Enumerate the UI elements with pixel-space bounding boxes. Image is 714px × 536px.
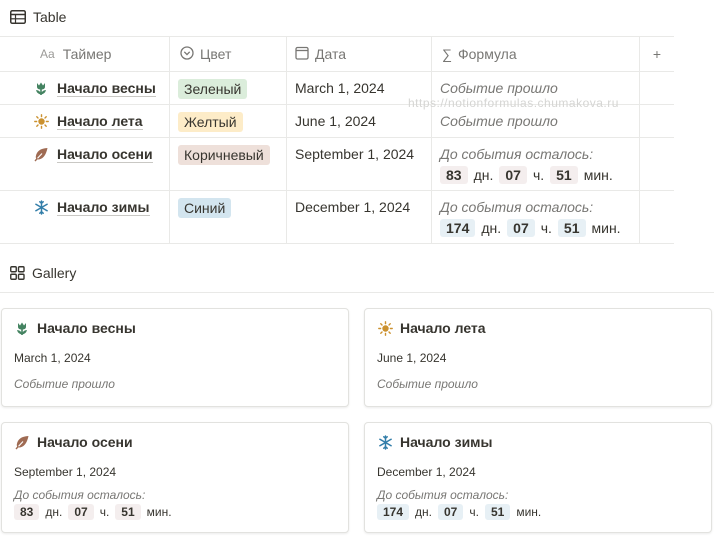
days-count: 174 [440, 219, 476, 237]
date-value: September 1, 2024 [287, 138, 432, 190]
table-header-row: Aa Таймер Цвет Дата ∑ Формула + [0, 37, 674, 72]
gallery-card[interactable]: Начало осени September 1, 2024 До событи… [1, 422, 349, 533]
hours-count: 07 [499, 166, 527, 184]
watermark: https://notionformulas.chumakova.ru [408, 96, 619, 110]
countdown: 174 дн. 07 ч. 51 мин. [377, 504, 547, 520]
card-date: June 1, 2024 [377, 351, 447, 365]
card-date: December 1, 2024 [377, 465, 476, 479]
hours-count: 07 [507, 219, 535, 237]
tulip-icon [33, 80, 49, 96]
formula-value: До события осталось: 174 дн. 07 ч. 51 ми… [432, 191, 640, 243]
gallery-card[interactable]: Начало весны March 1, 2024 Событие прошл… [1, 308, 349, 407]
table-view-tab[interactable]: Table [10, 9, 66, 25]
row-title[interactable]: Начало лета [57, 113, 143, 130]
countdown: 83 дн. 07 ч. 51 мин. [14, 504, 178, 520]
card-date: September 1, 2024 [14, 465, 117, 479]
color-tag: Желтый [178, 112, 243, 132]
days-count: 83 [14, 504, 40, 520]
gallery-divider [0, 292, 714, 293]
gallery-card[interactable]: Начало зимы December 1, 2024 До события … [364, 422, 712, 533]
calendar-icon [295, 46, 309, 63]
leaf-icon [33, 146, 49, 162]
tulip-icon [14, 320, 30, 336]
sigma-icon: ∑ [442, 46, 452, 62]
gallery-icon [10, 266, 25, 280]
minutes-count: 51 [550, 166, 578, 184]
column-header-color[interactable]: Цвет [170, 37, 287, 71]
formula-value: До события осталось: 83 дн. 07 ч. 51 мин… [432, 138, 640, 190]
sun-icon [377, 320, 393, 336]
card-formula: Событие прошло [14, 377, 115, 391]
card-formula: До события осталось: [14, 488, 146, 502]
days-count: 83 [440, 166, 468, 184]
card-formula: До события осталось: [377, 488, 509, 502]
date-value: December 1, 2024 [287, 191, 432, 243]
hours-count: 07 [68, 504, 94, 520]
text-type-icon: Aa [40, 47, 55, 61]
row-title[interactable]: Начало зимы [57, 199, 150, 216]
card-formula: Событие прошло [377, 377, 478, 391]
color-tag: Зеленый [178, 79, 248, 99]
gallery-view-title: Gallery [32, 265, 77, 281]
table-icon [10, 10, 26, 24]
leaf-icon [14, 434, 30, 450]
minutes-count: 51 [484, 504, 511, 520]
column-header-timer[interactable]: Aa Таймер [0, 37, 170, 71]
snowflake-icon [377, 434, 393, 450]
card-title: Начало весны [37, 320, 136, 336]
row-title[interactable]: Начало осени [57, 146, 153, 163]
row-title[interactable]: Начало весны [57, 80, 156, 97]
countdown: 174 дн. 07 ч. 51 мин. [440, 219, 631, 237]
gallery-view-tab[interactable]: Gallery [10, 265, 76, 281]
color-tag: Синий [178, 198, 232, 218]
card-title: Начало осени [37, 434, 133, 450]
sun-icon [33, 113, 49, 129]
minutes-count: 51 [557, 219, 586, 237]
card-title: Начало зимы [400, 434, 493, 450]
countdown: 83 дн. 07 ч. 51 мин. [440, 166, 631, 184]
column-header-formula[interactable]: ∑ Формула [432, 37, 640, 71]
column-header-date[interactable]: Дата [287, 37, 432, 71]
color-tag: Коричневый [178, 145, 270, 165]
table-view-title: Table [33, 9, 67, 25]
hours-count: 07 [438, 504, 464, 520]
add-column-button[interactable]: + [640, 37, 674, 71]
database-table: Aa Таймер Цвет Дата ∑ Формула + Начало в… [0, 36, 674, 244]
snowflake-icon [33, 199, 49, 215]
card-title: Начало лета [400, 320, 486, 336]
table-row[interactable]: Начало зимы Синий December 1, 2024 До со… [0, 191, 674, 244]
color-select-icon [180, 45, 194, 63]
days-count: 174 [377, 504, 410, 520]
gallery-card[interactable]: Начало лета June 1, 2024 Событие прошло [364, 308, 712, 407]
card-date: March 1, 2024 [14, 351, 91, 365]
table-row[interactable]: Начало осени Коричневый September 1, 202… [0, 138, 674, 191]
minutes-count: 51 [115, 504, 141, 520]
